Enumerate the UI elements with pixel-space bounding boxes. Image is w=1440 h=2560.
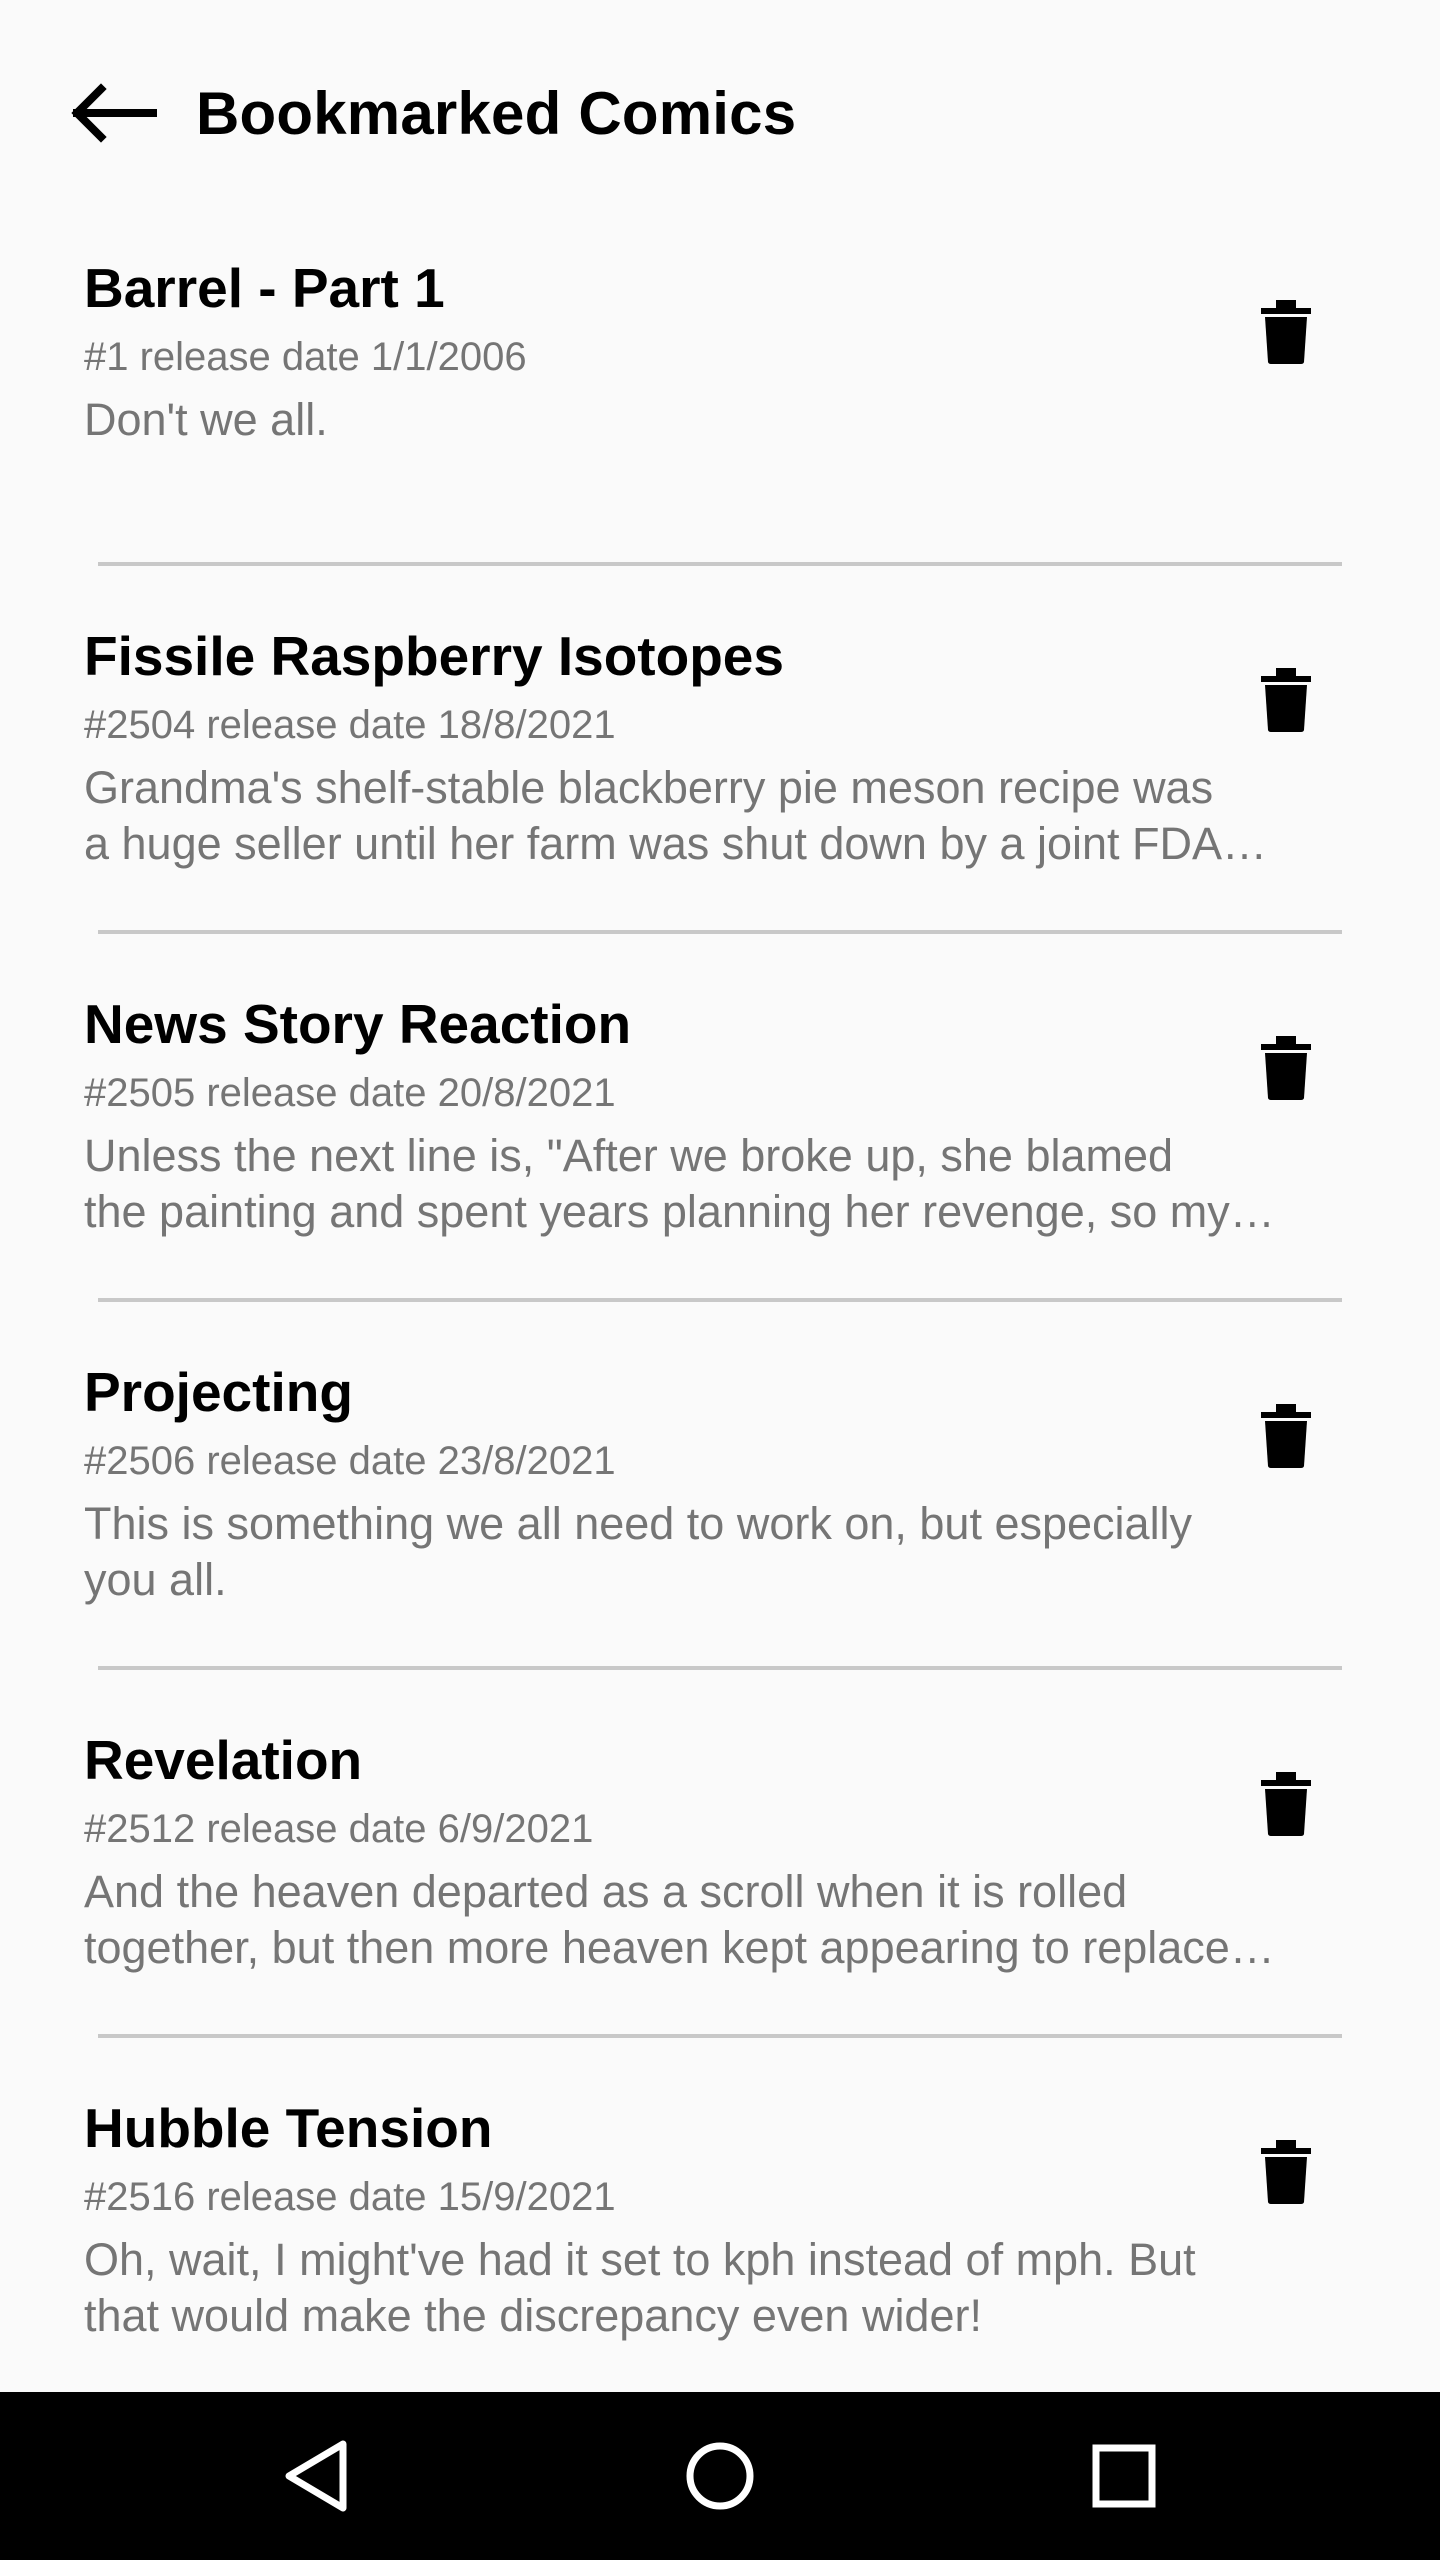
delete-bookmark-button[interactable]	[1226, 274, 1346, 394]
comic-list-item[interactable]: Hubble Tension #2516 release date 15/9/20…	[0, 2064, 1440, 2432]
divider	[98, 2034, 1342, 2038]
divider	[98, 1298, 1342, 1302]
comic-description-line: together, but then more heaven kept appe…	[84, 1922, 1275, 1973]
nav-home-circle-icon	[686, 2442, 754, 2510]
comic-release-info: #2512 release date 6/9/2021	[84, 1807, 594, 1851]
divider	[98, 930, 1342, 934]
nav-recents-square-icon	[1092, 2444, 1156, 2508]
delete-bookmark-button[interactable]	[1226, 642, 1346, 762]
trash-icon	[1261, 1035, 1311, 1105]
delete-bookmark-button[interactable]	[1226, 1746, 1346, 1866]
comic-title: News Story Reaction	[84, 993, 632, 1055]
comic-description-line: Grandma's shelf-stable blackberry pie me…	[84, 762, 1214, 813]
comic-description-line: a huge seller until her farm was shut do…	[84, 818, 1268, 869]
trash-icon	[1261, 299, 1311, 369]
comic-description-line: Oh, wait, I might've had it set to kph i…	[84, 2234, 1196, 2285]
comic-list-item[interactable]: Fissile Raspberry Isotopes #2504 release …	[0, 592, 1440, 960]
comic-title: Revelation	[84, 1729, 363, 1791]
comic-list-item[interactable]: Barrel - Part 1 #1 release date 1/1/2006 D…	[0, 224, 1440, 592]
comic-list-item[interactable]: News Story Reaction #2505 release date 20…	[0, 960, 1440, 1328]
comic-release-info: #2504 release date 18/8/2021	[84, 703, 616, 747]
nav-recents-button[interactable]	[1064, 2416, 1184, 2536]
comic-list-item[interactable]: Projecting #2506 release date 23/8/2021 Th…	[0, 1328, 1440, 1696]
comic-description: Grandma's shelf-stable blackberry pie me…	[84, 760, 1356, 872]
comic-description: And the heaven departed as a scroll when…	[84, 1864, 1356, 1976]
nav-back-button[interactable]	[256, 2416, 376, 2536]
comic-description-line: the painting and spent years planning he…	[84, 1186, 1275, 1237]
nav-home-button[interactable]	[660, 2416, 780, 2536]
divider	[98, 562, 1342, 566]
comic-title: Projecting	[84, 1361, 353, 1423]
trash-icon	[1261, 1771, 1311, 1841]
comic-release-info: #1 release date 1/1/2006	[84, 335, 527, 379]
comic-title: Hubble Tension	[84, 2097, 493, 2159]
comic-description: Oh, wait, I might've had it set to kph i…	[84, 2232, 1356, 2344]
nav-back-triangle-icon	[285, 2440, 347, 2512]
system-nav-bar	[0, 2392, 1440, 2560]
trash-icon	[1261, 2139, 1311, 2209]
delete-bookmark-button[interactable]	[1226, 2114, 1346, 2234]
comic-description: This is something we all need to work on…	[84, 1496, 1356, 1608]
comic-description: Unless the next line is, "After we broke…	[84, 1128, 1356, 1240]
comic-description-line: And the heaven departed as a scroll when…	[84, 1866, 1128, 1917]
comic-description-line: you all.	[84, 1554, 227, 1605]
app-bar: Bookmarked Comics	[0, 0, 1440, 224]
comic-list-item[interactable]: Revelation #2512 release date 6/9/2021 And…	[0, 1696, 1440, 2064]
bookmark-list: Barrel - Part 1 #1 release date 1/1/2006 D…	[0, 224, 1440, 2432]
comic-release-info: #2516 release date 15/9/2021	[84, 2175, 616, 2219]
delete-bookmark-button[interactable]	[1226, 1378, 1346, 1498]
page-title: Bookmarked Comics	[196, 80, 797, 147]
comic-description-line: that would make the discrepancy even wid…	[84, 2290, 982, 2341]
comic-title: Fissile Raspberry Isotopes	[84, 625, 784, 687]
comic-release-info: #2506 release date 23/8/2021	[84, 1439, 616, 1483]
arrow-left-icon	[71, 83, 157, 143]
comic-description-line: Unless the next line is, "After we broke…	[84, 1130, 1174, 1181]
comic-description-line: Don't we all.	[84, 394, 328, 445]
comic-release-info: #2505 release date 20/8/2021	[84, 1071, 616, 1115]
trash-icon	[1261, 667, 1311, 737]
comic-title: Barrel - Part 1	[84, 257, 445, 319]
comic-description: Don't we all.	[84, 392, 1356, 448]
comic-description-line: This is something we all need to work on…	[84, 1498, 1193, 1549]
divider	[98, 1666, 1342, 1670]
delete-bookmark-button[interactable]	[1226, 1010, 1346, 1130]
trash-icon	[1261, 1403, 1311, 1473]
back-button[interactable]	[56, 62, 168, 164]
